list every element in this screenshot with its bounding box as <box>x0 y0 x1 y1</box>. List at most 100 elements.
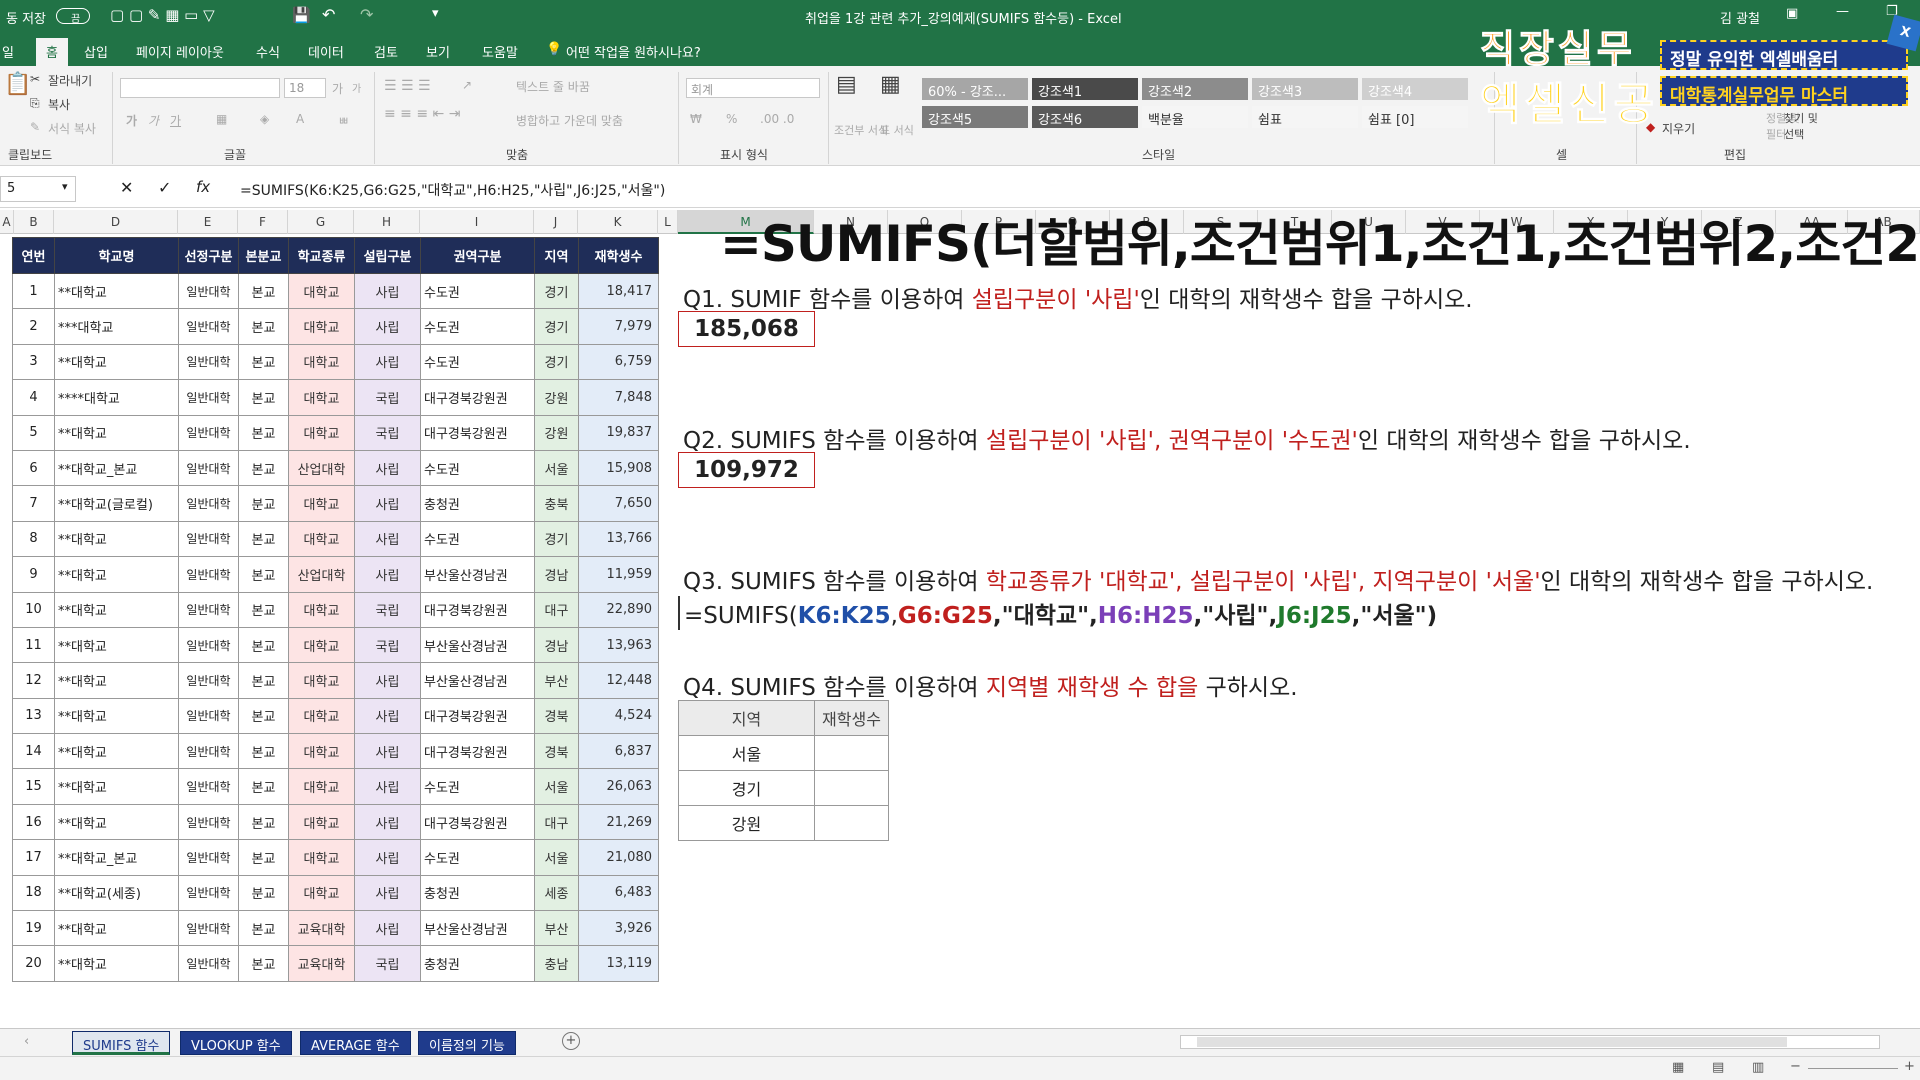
cell-region[interactable]: 경남 <box>534 626 579 664</box>
cell-selection[interactable]: 일반대학 <box>178 910 239 947</box>
tab-formulas[interactable]: 수식 <box>256 42 280 61</box>
cell-school-name[interactable]: **대학교 <box>54 343 179 381</box>
cell-no[interactable]: 20 <box>12 945 55 982</box>
merge-center-button[interactable]: 병합하고 가운데 맞춤 <box>516 112 623 129</box>
cell-school-name[interactable]: **대학교 <box>54 945 179 982</box>
q1-answer-cell[interactable]: 185,068 <box>678 311 815 347</box>
sheet-nav-icon[interactable]: ‹ <box>24 1034 29 1049</box>
cell-enrollment[interactable]: 21,269 <box>578 803 659 841</box>
cell-region[interactable]: 서울 <box>534 768 579 805</box>
tell-me-box[interactable]: 어떤 작업을 원하시나요? <box>566 42 701 61</box>
redo-icon[interactable]: ↷ <box>360 5 373 24</box>
cell-founding[interactable]: 사립 <box>354 733 421 770</box>
tab-file[interactable]: 일 <box>2 42 14 61</box>
cell-region[interactable]: 충북 <box>534 485 579 522</box>
cell-region[interactable]: 대구 <box>534 803 579 841</box>
cell-enrollment[interactable]: 6,483 <box>578 874 659 912</box>
cell-enrollment[interactable]: 7,848 <box>578 379 659 416</box>
cell-school-name[interactable]: **대학교 <box>54 910 179 947</box>
cell-school-name[interactable]: ***대학교 <box>54 308 179 345</box>
cell-campus[interactable]: 본교 <box>238 449 289 487</box>
cell-school-name[interactable]: **대학교 <box>54 662 179 699</box>
question-2[interactable]: Q2. SUMIFS 함수를 이용하여 설립구분이 '사립', 권역구분이 '수… <box>683 421 1691 455</box>
cell-campus[interactable]: 본교 <box>238 697 289 735</box>
page-layout-view-icon[interactable]: ▤ <box>1712 1060 1724 1075</box>
cell-school-name[interactable]: **대학교 <box>54 626 179 664</box>
orientation-icon[interactable]: ↗ <box>462 78 472 92</box>
cell-no[interactable]: 18 <box>12 874 55 912</box>
question-1[interactable]: Q1. SUMIF 함수를 이용하여 설립구분이 '사립'인 대학의 재학생수 … <box>683 280 1473 314</box>
minimize-icon[interactable]: — <box>1836 4 1849 19</box>
tab-insert[interactable]: 삽입 <box>84 42 108 61</box>
q4-region-cell[interactable]: 경기 <box>678 770 815 806</box>
quick-access-icons[interactable]: ▢ ▢ ✎ ▦ ▭ ▽ <box>110 6 215 24</box>
cell-region-group[interactable]: 대구경북강원권 <box>420 697 535 735</box>
cell-enrollment[interactable]: 19,837 <box>578 414 659 451</box>
cell-founding[interactable]: 국립 <box>354 414 421 451</box>
cell-region[interactable]: 경기 <box>534 520 579 558</box>
cell-no[interactable]: 11 <box>12 626 55 664</box>
q4-region-cell[interactable]: 서울 <box>678 735 815 771</box>
cell-enrollment[interactable]: 3,926 <box>578 910 659 947</box>
decimal-icons[interactable]: .00 .0 <box>760 112 794 126</box>
cell-region[interactable]: 대구 <box>534 591 579 628</box>
cell-region[interactable]: 충남 <box>534 945 579 982</box>
sumifs-syntax-heading[interactable]: =SUMIFS(더할범위,조건범위1,조건1,조건범위2,조건2) <box>720 218 1920 270</box>
cell-region-group[interactable]: 대구경북강원권 <box>420 379 535 416</box>
cell-school-type[interactable]: 대학교 <box>288 520 355 558</box>
cancel-icon[interactable]: ✕ <box>120 178 133 197</box>
cell-school-type[interactable]: 산업대학 <box>288 449 355 487</box>
cell-founding[interactable]: 국립 <box>354 945 421 982</box>
cell-founding[interactable]: 사립 <box>354 697 421 735</box>
q4-header-enrollment[interactable]: 재학생수 <box>814 700 889 736</box>
cell-region-group[interactable]: 수도권 <box>420 272 535 310</box>
cell-region[interactable]: 세종 <box>534 874 579 912</box>
cell-school-type[interactable]: 대학교 <box>288 733 355 770</box>
cell-region-group[interactable]: 수도권 <box>420 768 535 805</box>
insert-function-icon[interactable]: fx <box>196 178 210 196</box>
cell-no[interactable]: 14 <box>12 733 55 770</box>
question-4[interactable]: Q4. SUMIFS 함수를 이용하여 지역별 재학생 수 합을 구하시오. <box>683 668 1298 702</box>
cell-school-name[interactable]: **대학교 <box>54 591 179 628</box>
cell-selection[interactable]: 일반대학 <box>178 768 239 805</box>
cell-founding[interactable]: 사립 <box>354 874 421 912</box>
align-left-icons[interactable]: ≡ ≡ ≡ ⇤ ⇥ <box>384 106 460 122</box>
enter-icon[interactable]: ✓ <box>158 178 171 197</box>
cell-campus[interactable]: 본교 <box>238 556 289 593</box>
tab-home[interactable]: 홈 <box>36 38 68 66</box>
cell-region[interactable]: 경북 <box>534 733 579 770</box>
style-cell-accent4[interactable]: 강조색4 <box>1362 78 1468 100</box>
cell-enrollment[interactable]: 11,959 <box>578 556 659 593</box>
column-header-k[interactable]: K <box>578 210 658 234</box>
underline-button[interactable]: 가 <box>170 112 181 129</box>
column-header-l[interactable]: L <box>658 210 678 234</box>
cell-founding[interactable]: 사립 <box>354 803 421 841</box>
cell-school-type[interactable]: 대학교 <box>288 272 355 310</box>
cell-selection[interactable]: 일반대학 <box>178 662 239 699</box>
cell-region[interactable]: 경북 <box>534 697 579 735</box>
style-cell-60-accent[interactable]: 60% - 강조... <box>922 78 1028 100</box>
cell-school-type[interactable]: 대학교 <box>288 874 355 912</box>
cell-campus[interactable]: 본교 <box>238 308 289 345</box>
currency-icon[interactable]: ₩ <box>690 112 702 126</box>
cell-enrollment[interactable]: 26,063 <box>578 768 659 805</box>
name-box-dropdown-icon[interactable]: ▾ <box>62 180 68 193</box>
column-header-g[interactable]: G <box>288 210 354 234</box>
cell-selection[interactable]: 일반대학 <box>178 379 239 416</box>
q4-header-region[interactable]: 지역 <box>678 700 815 736</box>
cell-region-group[interactable]: 수도권 <box>420 308 535 345</box>
cell-enrollment[interactable]: 15,908 <box>578 449 659 487</box>
tab-view[interactable]: 보기 <box>426 42 450 61</box>
percent-button[interactable]: % <box>726 112 737 126</box>
cell-region-group[interactable]: 대구경북강원권 <box>420 803 535 841</box>
q2-answer-cell[interactable]: 109,972 <box>678 452 815 488</box>
cell-school-name[interactable]: **대학교 <box>54 768 179 805</box>
cell-school-name[interactable]: **대학교(세종) <box>54 874 179 912</box>
cell-region[interactable]: 경남 <box>534 556 579 593</box>
save-icon[interactable]: 💾 <box>292 6 311 24</box>
cell-no[interactable]: 9 <box>12 556 55 593</box>
cell-selection[interactable]: 일반대학 <box>178 485 239 522</box>
cell-enrollment[interactable]: 22,890 <box>578 591 659 628</box>
cell-founding[interactable]: 국립 <box>354 591 421 628</box>
cell-region-group[interactable]: 수도권 <box>420 520 535 558</box>
